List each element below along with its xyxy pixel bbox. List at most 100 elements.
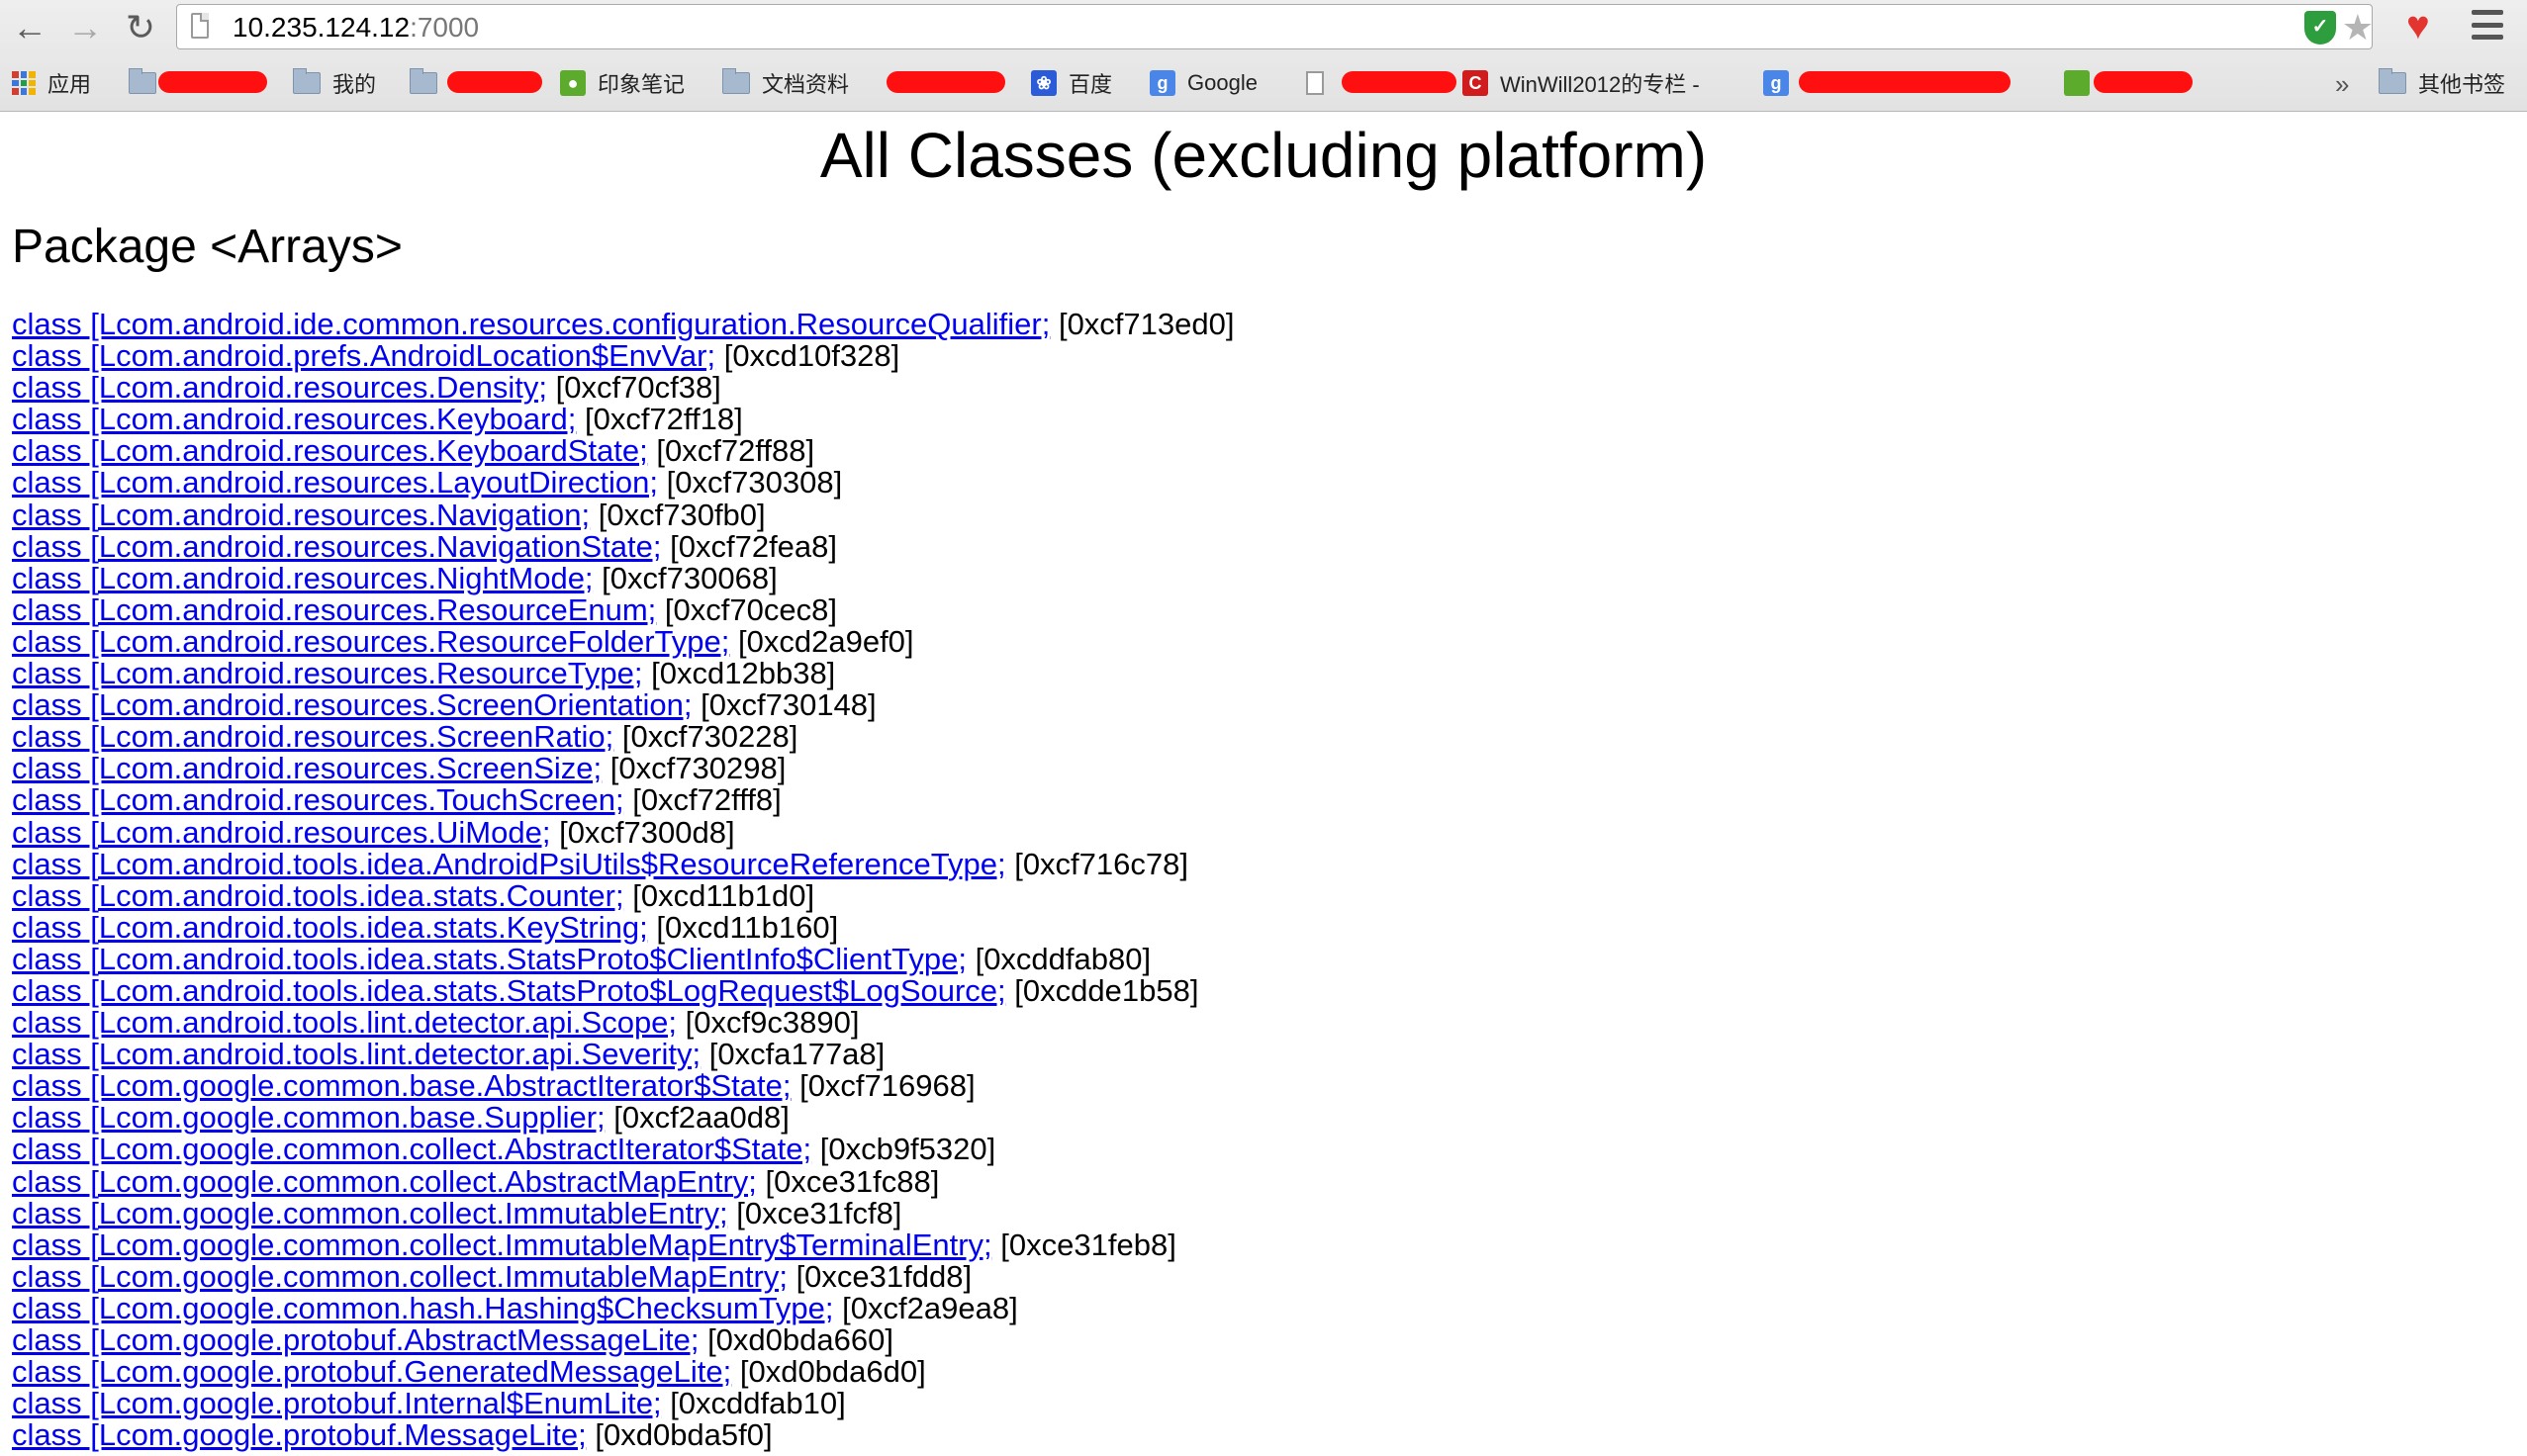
class-link[interactable]: class [Lcom.google.common.collect.Immuta…	[12, 1259, 788, 1294]
bookmark-folder-docs[interactable]: 文档资料	[722, 67, 849, 99]
class-link[interactable]: class [Lcom.google.common.collect.Abstra…	[12, 1164, 757, 1199]
class-address: [0xcd11b160]	[656, 909, 839, 945]
class-row: class [Lcom.android.tools.idea.stats.Cou…	[12, 878, 1234, 913]
bookmark-label: 我的	[332, 72, 377, 97]
bookmark-apps[interactable]: 应用	[12, 67, 91, 99]
class-row: class [Lcom.android.tools.lint.detector.…	[12, 1039, 1234, 1070]
class-link[interactable]: class [Lcom.android.ide.common.resources…	[12, 307, 1050, 341]
url-text[interactable]: 10.235.124.12:7000	[233, 12, 479, 44]
shield-icon[interactable]: ✓	[2304, 11, 2336, 45]
class-address: [0xcf9c3890]	[685, 1005, 860, 1041]
class-link[interactable]: class [Lcom.google.common.base.Supplier;	[12, 1100, 606, 1135]
reload-button[interactable]: ↻	[119, 7, 162, 47]
class-link[interactable]: class [Lcom.android.resources.UiMode;	[12, 815, 550, 850]
bookmark-winwill[interactable]: C WinWill2012的专栏 -	[1462, 67, 1700, 99]
class-row: class [Lcom.android.ide.common.resources…	[12, 309, 1234, 340]
class-link[interactable]: class [Lcom.android.resources.KeyboardSt…	[12, 433, 648, 468]
bookmark-other[interactable]: 其他书签	[2379, 67, 2505, 99]
class-link[interactable]: class [Lcom.android.resources.NightMode;	[12, 561, 594, 595]
class-address: [0xcf2a9ea8]	[842, 1290, 1018, 1325]
class-row: class [Lcom.android.resources.UiMode; [0…	[12, 815, 1234, 850]
class-row: class [Lcom.android.resources.ResourceTy…	[12, 658, 1234, 689]
class-address: [0xcddfab10]	[670, 1386, 846, 1421]
class-row: class [Lcom.android.tools.idea.stats.Sta…	[12, 942, 1234, 976]
class-link[interactable]: class [Lcom.android.resources.Keyboard;	[12, 402, 576, 436]
class-row: class [Lcom.android.tools.idea.stats.Key…	[12, 909, 1234, 945]
class-link[interactable]: class [Lcom.android.resources.ScreenSize…	[12, 751, 602, 785]
class-link[interactable]: class [Lcom.android.tools.idea.stats.Key…	[12, 910, 648, 945]
class-link[interactable]: class [Lcom.google.protobuf.MessageLite;	[12, 1417, 587, 1452]
class-link[interactable]: class [Lcom.android.resources.Navigation…	[12, 529, 662, 564]
class-row: class [Lcom.google.common.collect.Immuta…	[12, 1228, 1234, 1262]
url-port: :7000	[410, 12, 480, 43]
class-link[interactable]: class [Lcom.android.resources.Navigation…	[12, 498, 590, 532]
class-link[interactable]: class [Lcom.android.tools.lint.detector.…	[12, 1005, 677, 1040]
class-row: class [Lcom.android.resources.Navigation…	[12, 498, 1234, 532]
bookmark-star-icon[interactable]: ★	[2342, 7, 2374, 48]
class-address: [0xcd2a9ef0]	[738, 623, 914, 659]
redaction-mark	[2094, 71, 2193, 93]
class-address: [0xcf713ed0]	[1058, 307, 1235, 341]
bookmark-google[interactable]: g Google	[1150, 67, 1258, 99]
bookmark-redacted-page[interactable]	[1306, 67, 1324, 99]
class-row: class [Lcom.android.resources.Density; […	[12, 372, 1234, 404]
class-address: [0xcf730148]	[701, 687, 877, 723]
class-row: class [Lcom.android.tools.idea.AndroidPs…	[12, 847, 1234, 881]
reload-icon: ↻	[125, 7, 156, 47]
class-row: class [Lcom.android.resources.KeyboardSt…	[12, 435, 1234, 467]
class-address: [0xce31fdd8]	[796, 1258, 973, 1294]
heart-icon[interactable]: ♥	[2406, 4, 2430, 48]
class-row: class [Lcom.google.protobuf.AbstractMess…	[12, 1324, 1234, 1356]
class-link[interactable]: class [Lcom.google.protobuf.Internal$Enu…	[12, 1386, 662, 1420]
class-link[interactable]: class [Lcom.android.resources.ScreenRati…	[12, 719, 613, 754]
class-row: class [Lcom.android.prefs.AndroidLocatio…	[12, 340, 1234, 372]
class-address: [0xcf2aa0d8]	[613, 1100, 790, 1136]
back-button[interactable]: ←	[8, 7, 51, 47]
class-link[interactable]: class [Lcom.android.resources.Density;	[12, 370, 547, 405]
class-link[interactable]: class [Lcom.android.tools.idea.stats.Cou…	[12, 878, 624, 913]
class-link[interactable]: class [Lcom.android.resources.ResourceTy…	[12, 656, 643, 690]
redaction-mark	[887, 71, 1005, 93]
bookmark-redacted-4[interactable]	[2064, 67, 2090, 99]
class-link[interactable]: class [Lcom.google.common.collect.Immuta…	[12, 1196, 728, 1230]
bookmark-baidu[interactable]: ❀ 百度	[1031, 67, 1112, 99]
bookmark-folder-redacted-2[interactable]	[410, 67, 437, 99]
browser-chrome: ← → ↻ 10.235.124.12:7000 ✓ ★ ♥ 应用 我的 ● 印…	[0, 0, 2527, 112]
class-link[interactable]: class [Lcom.android.tools.idea.AndroidPs…	[12, 847, 1006, 881]
class-link[interactable]: class [Lcom.google.common.collect.Abstra…	[12, 1132, 811, 1166]
class-link[interactable]: class [Lcom.android.resources.ScreenOrie…	[12, 687, 693, 722]
class-link[interactable]: class [Lcom.android.prefs.AndroidLocatio…	[12, 338, 715, 373]
forward-button[interactable]: →	[63, 7, 107, 47]
class-link[interactable]: class [Lcom.android.tools.lint.detector.…	[12, 1037, 701, 1071]
page-icon	[191, 13, 209, 39]
class-address: [0xd0bda660]	[707, 1322, 893, 1357]
bookmark-label: 文档资料	[762, 72, 850, 97]
folder-icon	[410, 68, 437, 94]
class-link[interactable]: class [Lcom.android.resources.LayoutDire…	[12, 465, 658, 500]
page-title: All Classes (excluding platform)	[819, 120, 1708, 191]
bookmark-folder-redacted-1[interactable]	[129, 67, 156, 99]
bookmark-folder-mine[interactable]: 我的	[293, 67, 376, 99]
bookmark-evernote[interactable]: ● 印象笔记	[560, 67, 685, 99]
class-link[interactable]: class [Lcom.google.common.collect.Immuta…	[12, 1228, 992, 1262]
class-link[interactable]: class [Lcom.google.protobuf.AbstractMess…	[12, 1322, 699, 1357]
class-address: [0xcd10f328]	[723, 338, 900, 374]
class-link[interactable]: class [Lcom.android.resources.ResourceEn…	[12, 592, 656, 627]
class-link[interactable]: class [Lcom.android.resources.ResourceFo…	[12, 624, 729, 659]
class-address: [0xcf730068]	[602, 560, 778, 595]
class-link[interactable]: class [Lcom.google.common.base.AbstractI…	[12, 1068, 791, 1103]
class-address: [0xd0bda5f0]	[595, 1417, 773, 1453]
class-link[interactable]: class [Lcom.android.tools.idea.stats.Sta…	[12, 973, 1006, 1008]
class-link[interactable]: class [Lcom.android.tools.idea.stats.Sta…	[12, 942, 967, 976]
chevron-more-icon[interactable]: »	[2335, 69, 2349, 100]
bookmark-redacted-3[interactable]: g	[1763, 67, 1789, 99]
class-link[interactable]: class [Lcom.android.resources.TouchScree…	[12, 782, 624, 817]
class-row: class [Lcom.google.common.collect.Abstra…	[12, 1164, 1234, 1199]
site-icon	[2064, 70, 2090, 96]
class-link[interactable]: class [Lcom.google.common.hash.Hashing$C…	[12, 1291, 834, 1325]
class-row: class [Lcom.google.common.base.AbstractI…	[12, 1070, 1234, 1102]
class-row: class [Lcom.android.resources.TouchScree…	[12, 784, 1234, 816]
address-bar[interactable]: 10.235.124.12:7000 ✓ ★	[176, 4, 2374, 49]
menu-icon[interactable]	[2472, 10, 2503, 40]
class-link[interactable]: class [Lcom.google.protobuf.GeneratedMes…	[12, 1354, 731, 1389]
